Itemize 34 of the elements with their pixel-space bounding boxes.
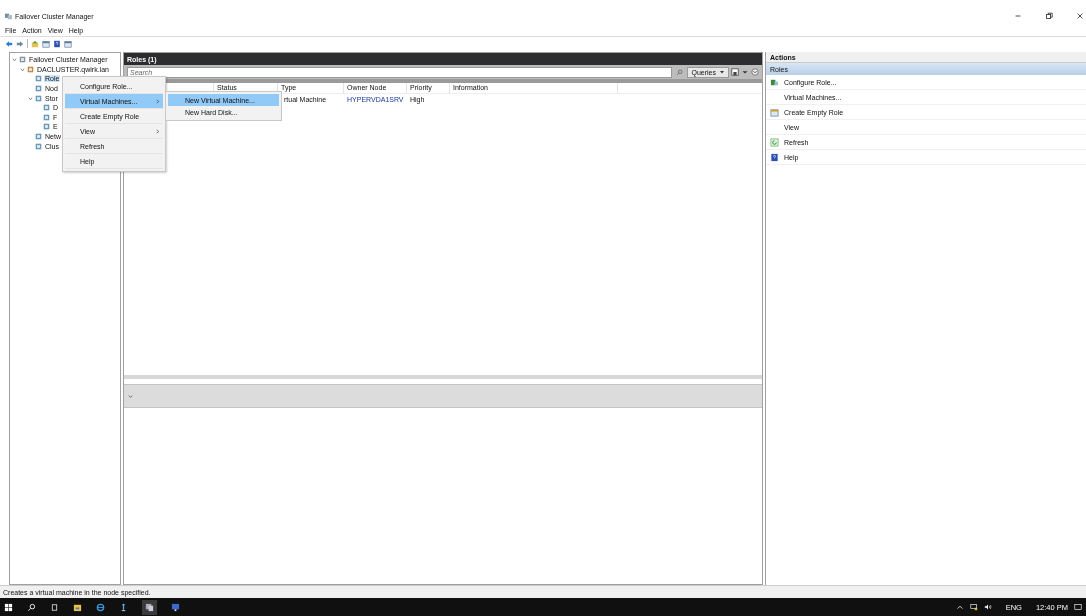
collapse-caret-icon[interactable] <box>20 66 25 72</box>
chevron-icon[interactable] <box>128 393 133 399</box>
collapse-caret-icon[interactable] <box>28 95 33 101</box>
search-icon[interactable] <box>27 602 36 612</box>
app-icon <box>5 13 12 20</box>
dropdown-caret-icon[interactable] <box>741 68 749 76</box>
save-icon[interactable] <box>731 68 739 76</box>
back-arrow-icon[interactable] <box>5 39 13 48</box>
expand-icon[interactable] <box>751 68 759 76</box>
help-icon <box>770 152 779 162</box>
collapse-caret-icon[interactable] <box>12 57 17 63</box>
chevron-up-icon[interactable] <box>955 603 964 611</box>
monitor-icon[interactable] <box>171 602 180 612</box>
panel-icon[interactable] <box>42 39 50 48</box>
forward-arrow-icon[interactable] <box>16 39 24 48</box>
refresh-icon <box>770 137 779 147</box>
node-icon <box>43 123 50 131</box>
folder-icon[interactable] <box>73 602 82 612</box>
cluster-app-icon[interactable] <box>142 599 157 615</box>
speaker-icon[interactable] <box>983 603 992 611</box>
folder-up-icon[interactable] <box>31 39 39 48</box>
restore-button[interactable] <box>1045 12 1053 20</box>
caret-icon <box>719 69 725 75</box>
node-icon <box>35 75 42 83</box>
panel-icon[interactable] <box>64 39 72 48</box>
windows-logo-icon[interactable] <box>4 602 13 612</box>
close-button[interactable] <box>1076 12 1084 20</box>
browser-icon[interactable] <box>96 602 105 612</box>
network-icon[interactable] <box>969 603 978 611</box>
task-view-icon[interactable] <box>50 602 59 612</box>
panel-icon <box>770 107 779 117</box>
help-icon[interactable] <box>53 39 61 48</box>
notification-icon[interactable] <box>1074 603 1082 611</box>
configure-icon <box>770 77 779 87</box>
